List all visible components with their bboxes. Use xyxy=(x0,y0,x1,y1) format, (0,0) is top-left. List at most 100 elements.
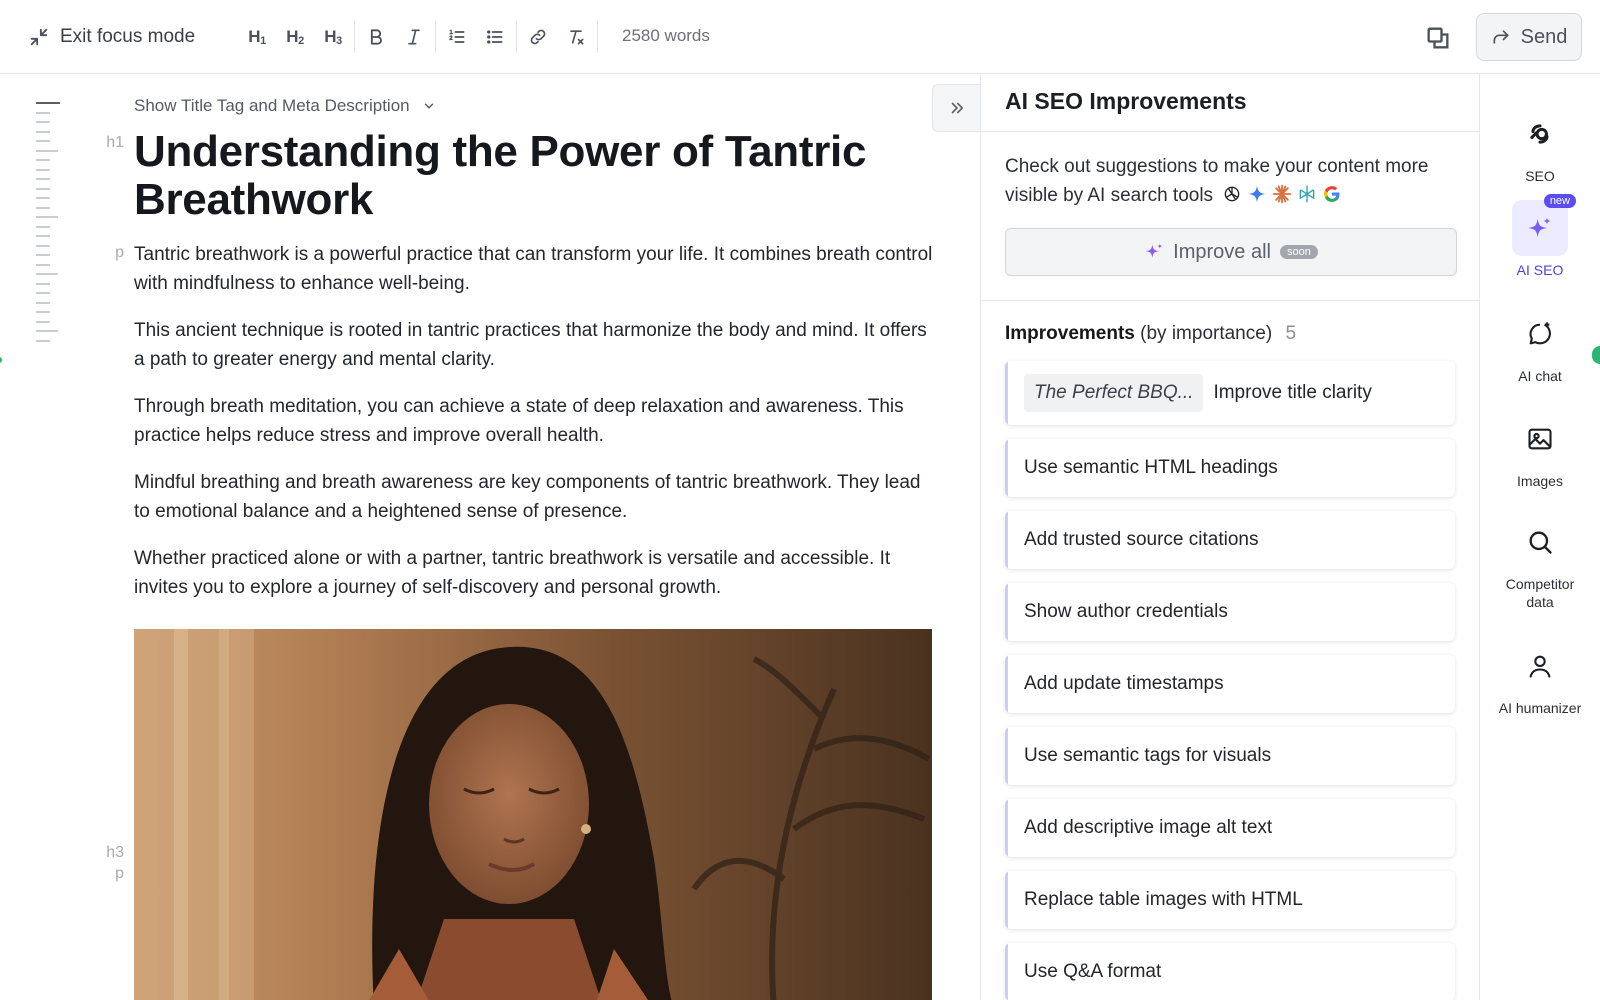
show-title-tag-label: Show Title Tag and Meta Description xyxy=(134,96,410,115)
improvement-item[interactable]: Add update timestamps xyxy=(1005,655,1455,713)
block-tag-h1: h1 xyxy=(106,134,124,151)
outline-mark xyxy=(36,273,58,275)
ai-seo-icon: new xyxy=(1512,194,1576,256)
heading1-button[interactable]: H1 xyxy=(238,21,276,53)
clear-format-icon xyxy=(570,30,584,45)
gemini-star-icon xyxy=(1248,185,1266,203)
outline-mark xyxy=(36,130,50,133)
improvement-item[interactable]: The Perfect BBQ... Improve title clarity xyxy=(1005,361,1455,425)
edge-indicator xyxy=(0,357,2,363)
ai-seo-panel: AI SEO Improvements Check out suggestion… xyxy=(980,74,1480,1000)
improvement-label: Show author credentials xyxy=(1024,601,1228,622)
show-title-tag-toggle[interactable]: Show Title Tag and Meta Description xyxy=(134,96,436,116)
exit-focus-mode-button[interactable]: Exit focus mode xyxy=(28,22,195,52)
rail-item-ai-humanizer[interactable]: AI humanizer xyxy=(1480,638,1600,716)
rail-label-competitor-2: data xyxy=(1526,594,1554,610)
improvement-item[interactable]: Add trusted source citations xyxy=(1005,511,1455,569)
outline-mark xyxy=(36,282,50,285)
heading2-button[interactable]: H2 xyxy=(276,21,314,53)
improvement-item[interactable]: Use Q&A format xyxy=(1005,943,1455,1000)
rail-item-ai-chat[interactable]: AI chat xyxy=(1480,306,1600,384)
outline-mark xyxy=(36,292,50,294)
h3-sub: 3 xyxy=(336,35,342,47)
outline-mark xyxy=(36,206,50,209)
bullet-list-button[interactable] xyxy=(476,21,514,53)
block-tag-p: p xyxy=(115,865,124,882)
rail-label-ai-seo: AI SEO xyxy=(1516,262,1564,278)
improvement-label: Improve title clarity xyxy=(1213,382,1372,403)
word-count: 2580 words xyxy=(622,26,710,45)
send-button[interactable]: Send xyxy=(1476,13,1582,61)
improvements-heading: Improvements (by importance) 5 xyxy=(981,301,1479,345)
outline-mark xyxy=(36,197,50,199)
bold-button[interactable] xyxy=(357,21,395,53)
italic-icon xyxy=(408,29,420,45)
h2-letter: H xyxy=(286,27,299,46)
outline-mark xyxy=(36,301,50,304)
article-title[interactable]: Understanding the Power of Tantric Breat… xyxy=(134,128,924,224)
improvement-item[interactable]: Use semantic tags for visuals xyxy=(1005,727,1455,785)
toolbar-divider xyxy=(354,21,355,53)
toolbar-divider xyxy=(435,21,436,53)
paragraph[interactable]: Through breath meditation, you can achie… xyxy=(134,393,934,450)
rail-item-images[interactable]: Images xyxy=(1480,411,1600,489)
chevron-down-icon xyxy=(424,103,433,109)
rail-item-ai-seo[interactable]: new AI SEO xyxy=(1480,194,1600,278)
claude-burst-icon xyxy=(1273,184,1292,204)
soon-badge: soon xyxy=(1279,245,1318,259)
rail-item-competitor-data[interactable]: Competitor data xyxy=(1480,514,1600,610)
editor-canvas[interactable]: Show Title Tag and Meta Description h1 U… xyxy=(100,84,942,1000)
improvement-item[interactable]: Add descriptive image alt text xyxy=(1005,799,1455,857)
panel-intro-text: Check out suggestions to make your conte… xyxy=(1005,156,1429,206)
h2-sub: 2 xyxy=(298,35,304,47)
improvement-item[interactable]: Show author credentials xyxy=(1005,583,1455,641)
improvement-item[interactable]: Replace table images with HTML xyxy=(1005,871,1455,929)
italic-button[interactable] xyxy=(395,21,433,53)
outline-mark xyxy=(36,159,50,161)
improvement-label: Use semantic tags for visuals xyxy=(1024,745,1272,766)
improve-all-button[interactable]: Improve all soon xyxy=(1005,228,1457,276)
paragraph[interactable]: Whether practiced alone or with a partne… xyxy=(134,545,934,602)
paragraph[interactable]: Mindful breathing and breath awareness a… xyxy=(134,469,934,526)
improvement-label: Use Q&A format xyxy=(1024,961,1162,982)
heading3-button[interactable]: H3 xyxy=(314,21,352,53)
new-badge: new xyxy=(1543,194,1576,208)
ai-logos xyxy=(1222,184,1342,204)
improvement-label: Replace table images with HTML xyxy=(1024,889,1303,910)
ordered-list-button[interactable] xyxy=(438,21,476,53)
link-icon xyxy=(530,29,546,45)
double-chevron-right-icon xyxy=(951,102,963,114)
panel-title: AI SEO Improvements xyxy=(981,74,1479,132)
link-button[interactable] xyxy=(519,21,557,53)
outline-mark xyxy=(36,330,58,332)
send-label: Send xyxy=(1520,25,1568,48)
clear-format-button[interactable] xyxy=(557,21,595,53)
perplexity-logo-icon xyxy=(1299,185,1315,203)
improvement-label: Add trusted source citations xyxy=(1024,529,1259,550)
outline-mark xyxy=(36,149,58,152)
paragraph[interactable]: This ancient technique is rooted in tant… xyxy=(134,317,934,374)
bold-icon xyxy=(370,29,382,45)
title-chip: The Perfect BBQ... xyxy=(1024,374,1204,412)
block-tag-h3: h3 xyxy=(106,844,124,861)
paragraph[interactable]: Tantric breathwork is a powerful practic… xyxy=(134,241,934,298)
bullet-list-icon xyxy=(487,30,503,44)
improvement-item[interactable]: Use semantic HTML headings xyxy=(1005,439,1455,497)
outline-mark xyxy=(36,244,50,247)
rail-label-competitor-1: Competitor xyxy=(1505,576,1575,592)
outline-mark xyxy=(36,320,50,323)
outline-mark xyxy=(36,216,58,218)
collapse-panel-button[interactable] xyxy=(932,84,980,132)
seo-icon xyxy=(1512,106,1568,162)
share-arrow-icon xyxy=(1493,30,1509,44)
rail-item-seo[interactable]: SEO xyxy=(1480,106,1600,184)
google-logo-icon xyxy=(1324,186,1340,202)
outline-mark xyxy=(36,111,50,114)
block-tag-p: p xyxy=(115,244,124,261)
layout-toggle-button[interactable] xyxy=(1424,24,1452,52)
chatgpt-logo-icon xyxy=(1224,186,1240,202)
document-outline[interactable] xyxy=(36,102,62,349)
outline-mark xyxy=(36,254,50,256)
h3-letter: H xyxy=(324,27,337,46)
article-image[interactable] xyxy=(134,629,932,1000)
